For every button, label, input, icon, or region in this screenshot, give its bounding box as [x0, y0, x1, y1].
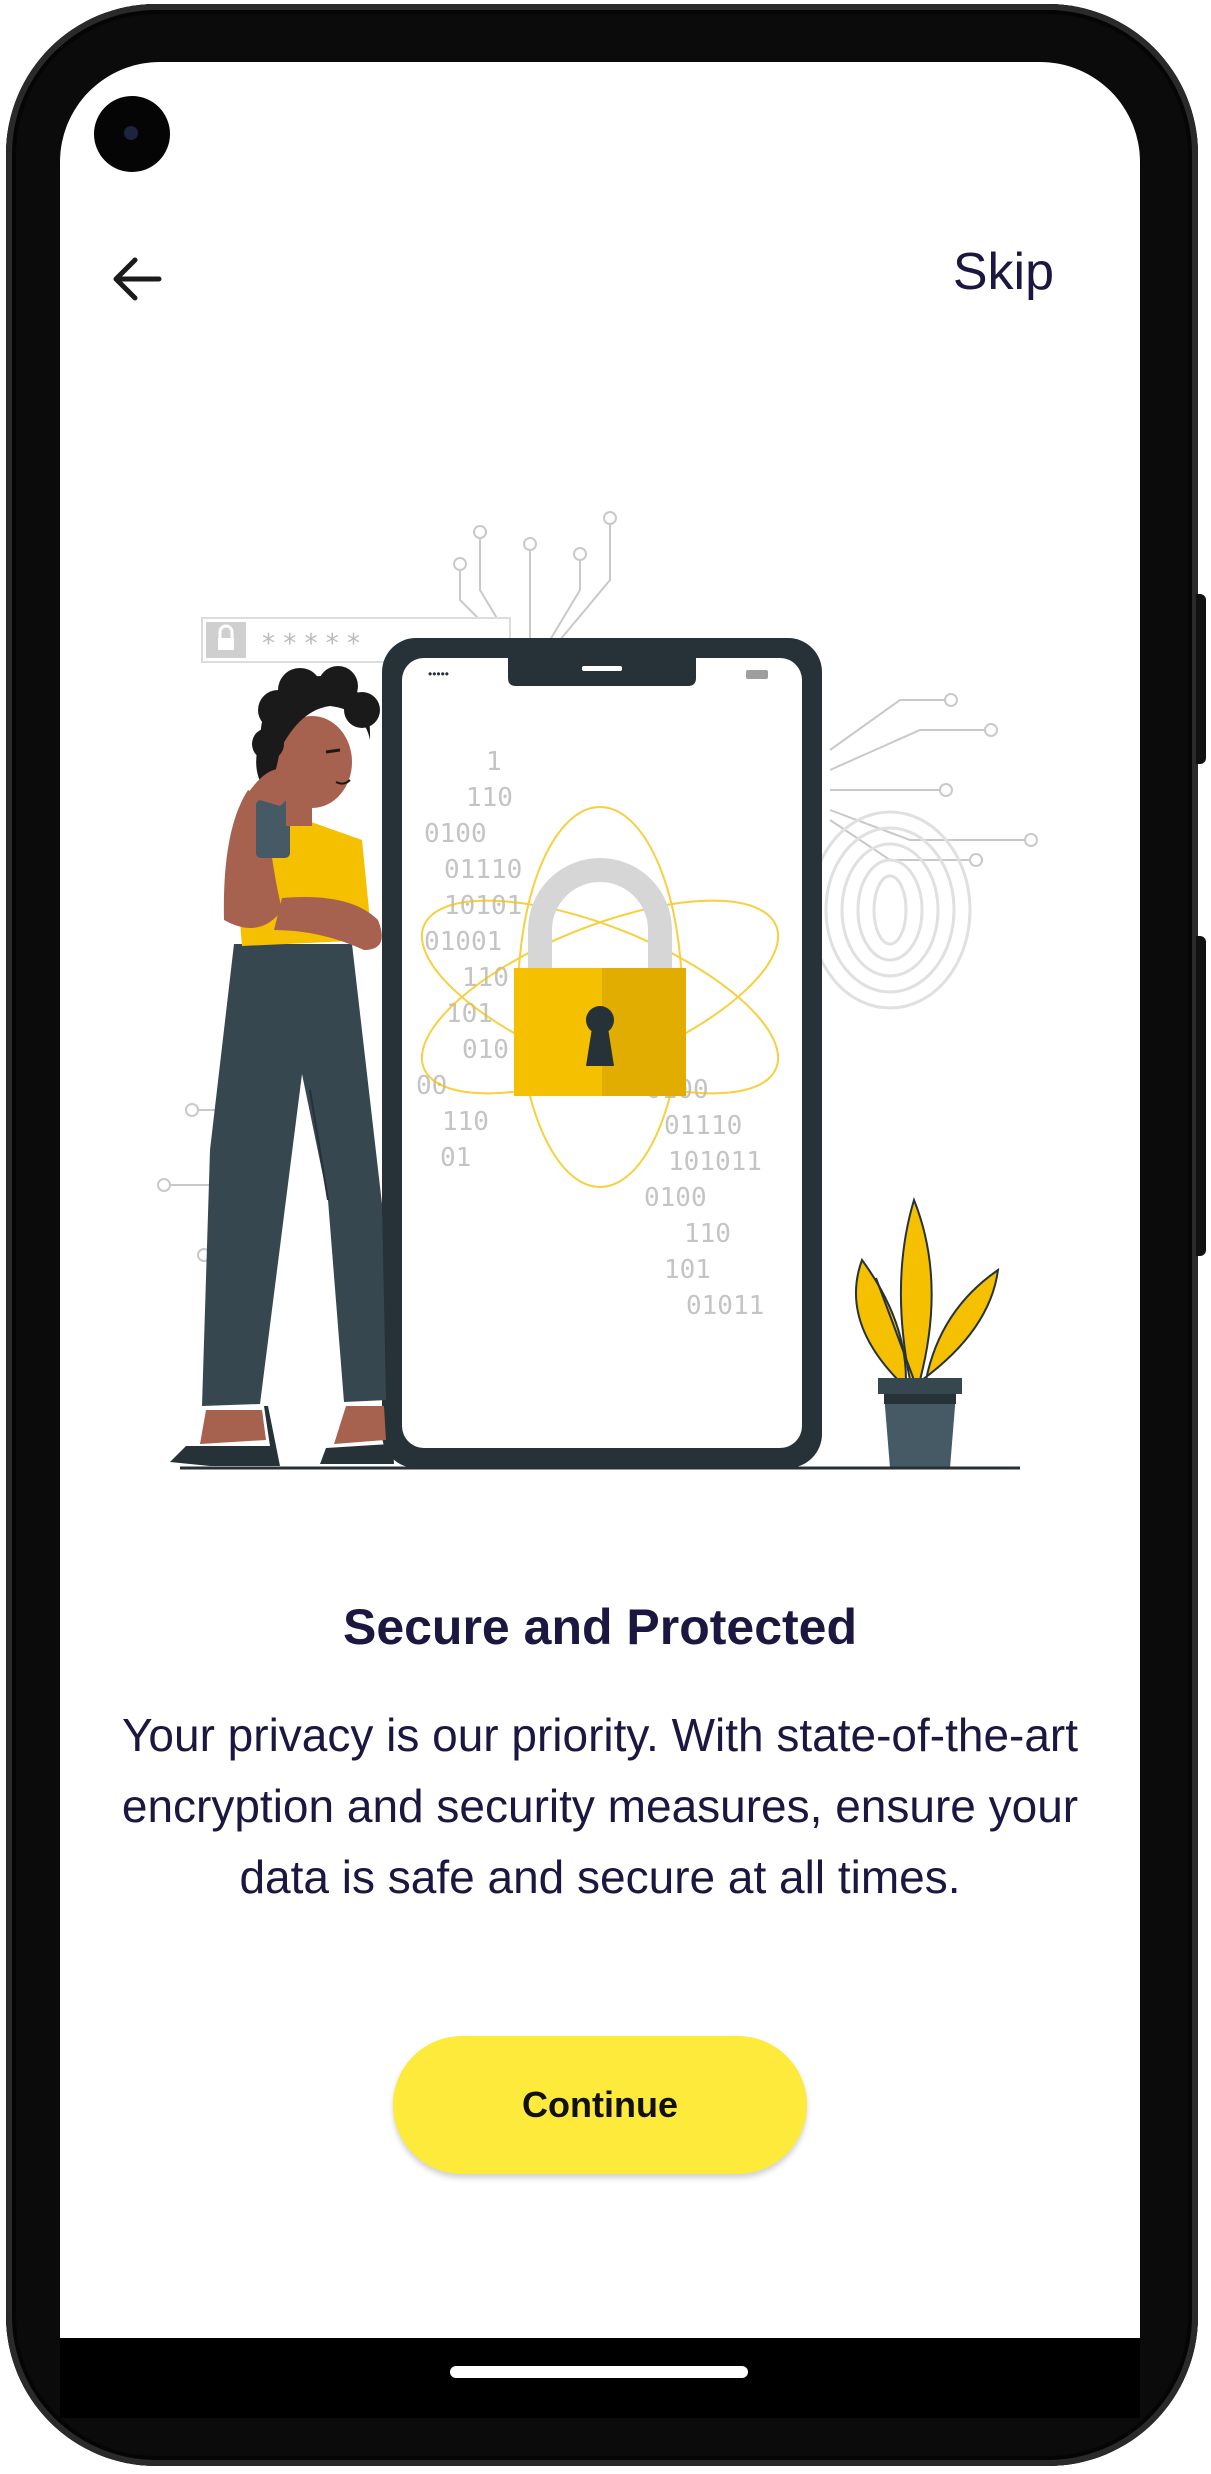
- password-mask: * * * * *: [262, 629, 360, 659]
- svg-text:•••••: •••••: [428, 667, 449, 681]
- svg-text:01011: 01011: [686, 1291, 764, 1321]
- svg-text:0100: 0100: [424, 819, 487, 849]
- svg-text:1: 1: [486, 747, 502, 777]
- svg-text:10101: 10101: [444, 891, 522, 921]
- circuit-lines-right: [829, 693, 1038, 867]
- navigation-bar: [60, 2338, 1140, 2418]
- svg-text:01110: 01110: [444, 855, 522, 885]
- onboarding-description: Your privacy is our priority. With state…: [121, 1709, 1079, 1903]
- home-indicator[interactable]: [450, 2366, 748, 2378]
- fingerprint-graphic: [808, 810, 972, 1010]
- svg-text:01: 01: [440, 1143, 471, 1173]
- svg-text:110: 110: [684, 1219, 731, 1249]
- svg-text:101011: 101011: [668, 1147, 762, 1177]
- power-button: [1196, 936, 1206, 1256]
- svg-text:01110: 01110: [664, 1111, 742, 1141]
- onboarding-title: Secure and Protected: [342, 1599, 858, 1655]
- plant-graphic: [855, 1196, 1000, 1468]
- svg-text:101: 101: [664, 1255, 711, 1285]
- device: Skip * * * * * ••••• 1 110 0100 01110 10…: [0, 0, 1211, 2474]
- continue-button[interactable]: Continue: [393, 2036, 807, 2174]
- volume-button: [1196, 594, 1206, 764]
- front-camera: [94, 96, 170, 172]
- arrow-left-icon: [113, 257, 162, 301]
- svg-text:010: 010: [462, 1035, 509, 1065]
- svg-text:0100: 0100: [644, 1183, 707, 1213]
- back-button[interactable]: [104, 246, 170, 312]
- svg-text:110: 110: [442, 1107, 489, 1137]
- person-graphic: [170, 666, 394, 1466]
- svg-text:110: 110: [466, 783, 513, 813]
- skip-button[interactable]: Skip: [953, 242, 1054, 302]
- security-illustration: * * * * * ••••• 1 110 0100 01110 10101 0: [157, 511, 1038, 1470]
- svg-text:01001: 01001: [424, 927, 502, 957]
